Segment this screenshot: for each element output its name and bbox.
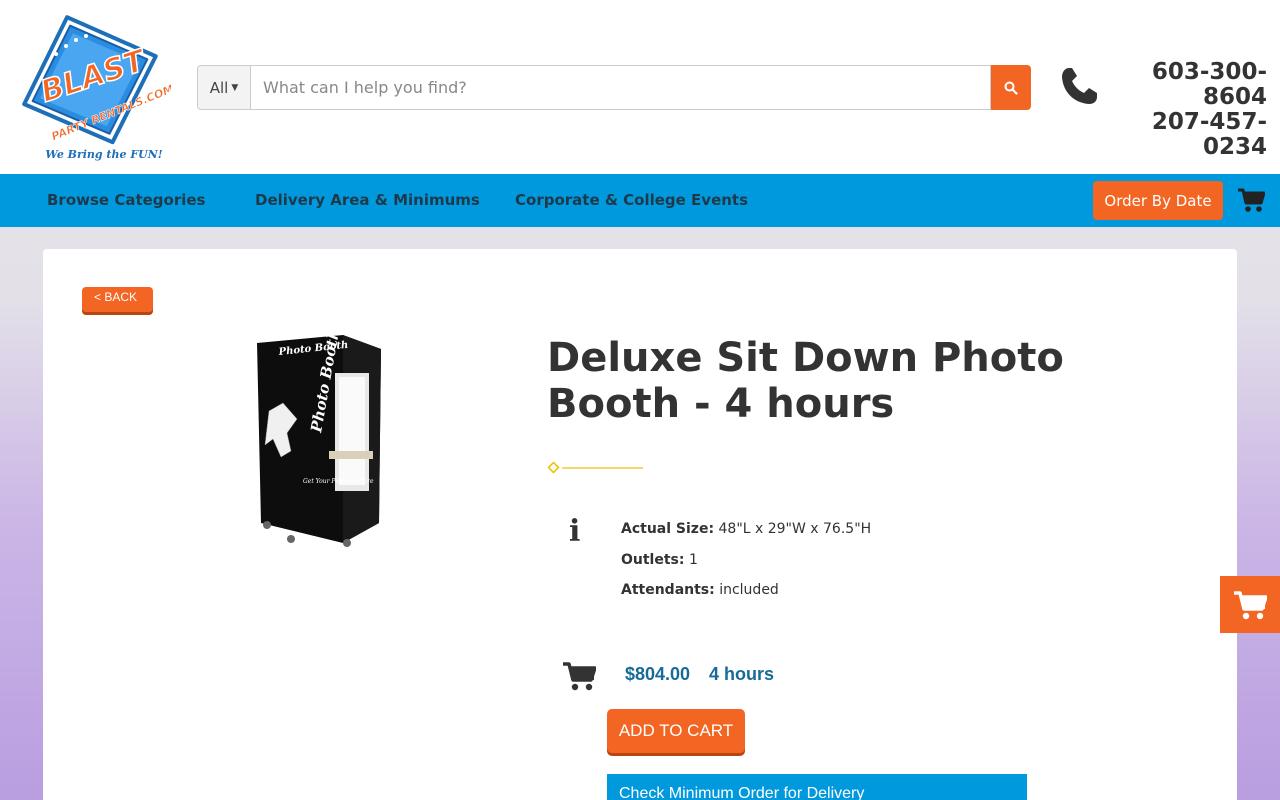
site-logo[interactable]: BLAST PARTY RENTALS.COM We Bring the FUN…: [16, 8, 176, 168]
spec-attendants: Attendants: included: [621, 582, 779, 598]
title-divider: [548, 461, 643, 474]
nav-corporate-events[interactable]: Corporate & College Events: [515, 174, 748, 227]
nav-delivery-area[interactable]: Delivery Area & Minimums: [255, 174, 480, 227]
site-header: BLAST PARTY RENTALS.COM We Bring the FUN…: [0, 0, 1280, 174]
spec-actual-size: Actual Size: 48"L x 29"W x 76.5"H: [621, 521, 871, 537]
cart-icon: [1234, 590, 1267, 619]
order-by-date-button[interactable]: Order By Date: [1093, 181, 1223, 220]
product-title: Deluxe Sit Down Photo Booth - 4 hours: [547, 335, 1064, 427]
rental-duration: 4 hours: [709, 664, 775, 684]
logo-tagline: We Bring the FUN!: [45, 148, 162, 161]
search-input[interactable]: [250, 65, 991, 110]
phone-contact: 603-300-8604 207-457-0234: [1058, 60, 1268, 160]
back-button[interactable]: < BACK: [82, 287, 153, 312]
caret-down-icon: ▼: [231, 82, 239, 93]
search-bar: All ▼: [197, 65, 1031, 110]
add-to-cart-button[interactable]: ADD TO CART: [607, 709, 745, 753]
spec-value: included: [719, 582, 779, 598]
spec-label: Attendants:: [621, 582, 715, 598]
product-card: < BACK Photo Booth Photo Booth Get Your …: [43, 249, 1237, 800]
search-category-dropdown[interactable]: All ▼: [197, 65, 250, 110]
search-button[interactable]: [991, 65, 1031, 110]
floating-cart-button[interactable]: [1220, 576, 1280, 633]
check-minimum-order-button[interactable]: Check Minimum Order for Delivery: [607, 774, 1027, 800]
nav-browse-categories[interactable]: Browse Categories: [47, 174, 205, 227]
search-category-label: All: [209, 78, 229, 97]
phone-number-2[interactable]: 207-457-0234: [1107, 110, 1267, 160]
product-image: Photo Booth Photo Booth Get Your Picture…: [251, 327, 391, 548]
spec-value: 48"L x 29"W x 76.5"H: [718, 521, 872, 537]
cart-icon: [563, 662, 596, 691]
info-icon: i: [569, 514, 581, 549]
spec-label: Outlets:: [621, 552, 685, 568]
main-nav: Browse Categories Delivery Area & Minimu…: [0, 174, 1280, 227]
spec-value: 1: [688, 552, 698, 568]
svg-text:Get Your Pictures Here: Get Your Pictures Here: [303, 478, 374, 485]
cart-icon[interactable]: [1237, 187, 1265, 213]
spec-label: Actual Size:: [621, 521, 715, 537]
phone-number-1[interactable]: 603-300-8604: [1107, 60, 1267, 110]
product-price: $804.00: [625, 664, 691, 684]
spec-outlets: Outlets: 1: [621, 552, 698, 568]
search-icon: [1004, 81, 1018, 95]
phone-icon: [1062, 68, 1097, 104]
